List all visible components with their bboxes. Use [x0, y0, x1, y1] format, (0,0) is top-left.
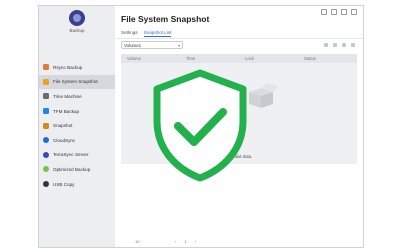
divider	[115, 38, 363, 39]
cloud-icon	[43, 137, 49, 144]
rsync-icon	[43, 64, 49, 71]
sidebar-item-tfm-backup[interactable]: TFM Backup	[39, 104, 115, 119]
column-header[interactable]: Lock	[239, 56, 298, 61]
sidebar-item-label: File System Snapshot	[53, 79, 98, 85]
chevron-down-icon: ▾	[177, 43, 180, 48]
page-number[interactable]: 1	[184, 239, 186, 244]
sidebar-item-label: TerraSync Server	[53, 152, 89, 158]
more-icon[interactable]	[351, 43, 355, 47]
server-icon	[43, 151, 49, 158]
column-header[interactable]: Time	[180, 56, 239, 61]
sidebar-item-cloudsync[interactable]: CloudSync	[39, 133, 115, 148]
column-header[interactable]: Status	[298, 56, 357, 61]
app-title: Backup	[69, 28, 85, 33]
delete-icon[interactable]	[342, 43, 346, 47]
tab-bar: Settings Snapshot List	[121, 30, 172, 37]
sidebar-item-terrasync-server[interactable]: TerraSync Server	[39, 148, 115, 163]
sidebar-item-label: Snapshot	[53, 123, 73, 129]
app-header: Backup	[39, 10, 115, 60]
sidebar-item-usb-copy[interactable]: USB Copy	[39, 177, 115, 192]
prev-page-icon[interactable]: ‹	[175, 239, 176, 244]
table-header: Volume Time Lock Status	[121, 54, 357, 63]
tfm-icon	[43, 108, 49, 115]
pagination: ‹ 1 ›	[175, 239, 196, 244]
sidebar-item-label: Rsync Backup	[53, 64, 83, 70]
close-icon[interactable]	[351, 9, 357, 15]
sidebar-item-label: CloudSync	[53, 137, 76, 143]
sidebar-item-snapshot[interactable]: Snapshot	[39, 118, 115, 133]
tab-settings[interactable]: Settings	[121, 30, 138, 37]
time-machine-icon	[43, 93, 49, 100]
sidebar-item-rsync-backup[interactable]: Rsync Backup	[39, 60, 115, 75]
maximize-icon[interactable]	[341, 9, 347, 15]
sidebar-item-optimized-backup[interactable]: Optimized Backup	[39, 162, 115, 177]
page-size[interactable]: 10	[135, 239, 139, 244]
sidebar-item-label: Optimized Backup	[53, 166, 91, 172]
sidebar: Backup Rsync Backup File System Snapshot…	[39, 6, 115, 247]
next-page-icon[interactable]: ›	[195, 239, 196, 244]
tab-snapshot-list[interactable]: Snapshot List	[143, 30, 172, 37]
shield-check-icon	[153, 69, 247, 182]
optimized-backup-icon	[43, 166, 49, 173]
help-icon[interactable]	[321, 9, 327, 15]
snapshot-icon	[43, 122, 49, 129]
window-controls	[321, 9, 357, 15]
settings-icon[interactable]	[324, 43, 328, 47]
minimize-icon[interactable]	[331, 9, 337, 15]
sidebar-item-time-machine[interactable]: Time Machine	[39, 89, 115, 104]
page-title: File System Snapshot	[121, 14, 210, 24]
app-logo-icon	[69, 10, 85, 26]
column-header[interactable]: Volume	[121, 56, 180, 61]
volume-select-value: Volume1	[124, 43, 142, 48]
usb-icon	[43, 181, 49, 188]
sidebar-item-label: USB Copy	[53, 181, 75, 187]
toolbar	[324, 43, 355, 47]
sidebar-item-file-system-snapshot[interactable]: File System Snapshot	[39, 74, 115, 90]
refresh-icon[interactable]	[333, 43, 337, 47]
folder-icon	[43, 78, 49, 85]
table-footer: 10 ‹ 1 ›	[115, 237, 363, 247]
volume-select[interactable]: Volume1 ▾	[121, 41, 183, 49]
sidebar-item-label: TFM Backup	[53, 108, 80, 114]
sidebar-item-label: Time Machine	[53, 93, 82, 99]
